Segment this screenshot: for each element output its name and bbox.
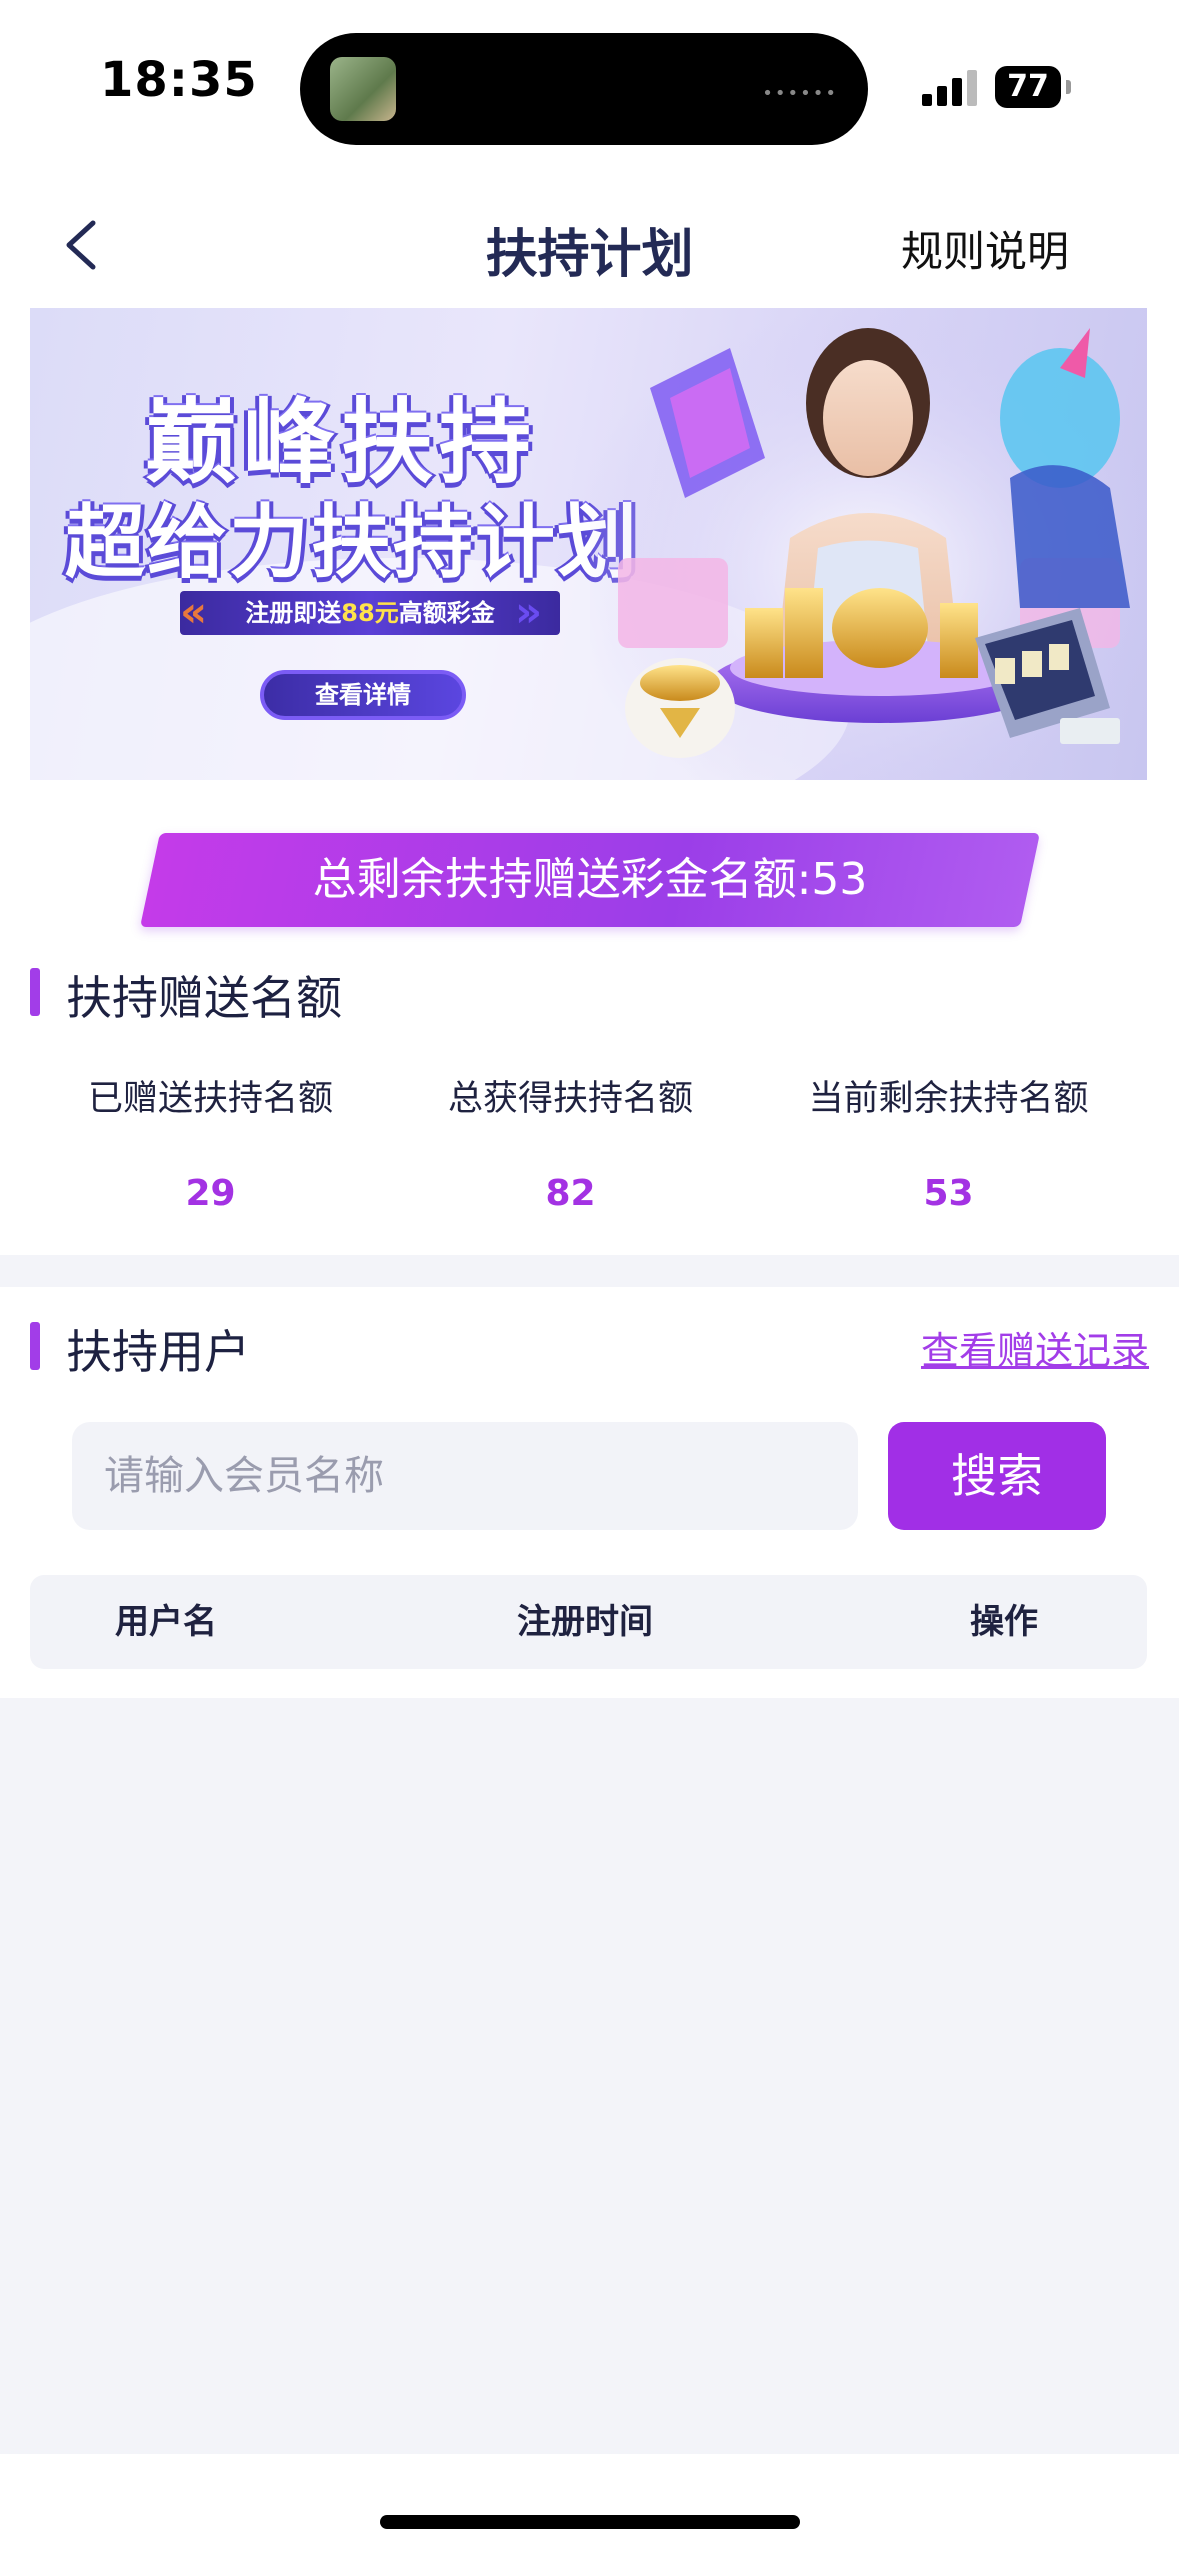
- stat-label: 当前剩余扶持名额: [808, 1079, 1089, 1119]
- nav-bar: 扶持计划 规则说明: [0, 190, 1179, 300]
- chevrons-right-icon: »: [515, 587, 543, 636]
- section-accent-bar: [30, 968, 40, 1016]
- banner-title-line2: 超给力扶持计划: [65, 496, 639, 589]
- stat-value: 29: [185, 1173, 236, 1214]
- view-gift-records-link[interactable]: 查看赠送记录: [921, 1320, 1149, 1375]
- dynamic-island: ••••••: [300, 33, 868, 145]
- section-divider: [0, 1255, 1179, 1287]
- promo-prefix: 注册即送: [245, 599, 342, 627]
- total-remaining-quota-text: 总剩余扶持赠送彩金名额:53: [312, 854, 868, 905]
- battery-icon: 77: [995, 66, 1071, 108]
- stat-total: 总获得扶持名额 82: [374, 1070, 767, 1214]
- rules-link[interactable]: 规则说明: [901, 218, 1069, 279]
- column-header-username: 用户名: [115, 1602, 217, 1642]
- users-section-title: 扶持用户: [66, 1325, 250, 1379]
- search-button[interactable]: 搜索: [888, 1422, 1106, 1530]
- users-table-body-empty: [0, 1698, 1179, 2454]
- stat-value: 53: [923, 1173, 974, 1214]
- stat-remaining: 当前剩余扶持名额 53: [752, 1070, 1145, 1214]
- signal-icon: [922, 68, 980, 106]
- quota-stats: 已赠送扶持名额 29 总获得扶持名额 82 当前剩余扶持名额 53: [0, 1060, 1179, 1240]
- waveform-icon: ••••••: [762, 83, 838, 104]
- stat-label: 总获得扶持名额: [447, 1079, 693, 1119]
- column-header-action: 操作: [970, 1602, 1038, 1642]
- total-remaining-quota-banner: 总剩余扶持赠送彩金名额:53: [140, 833, 1040, 927]
- promo-banner[interactable]: 巅峰扶持 超给力扶持计划 注册即送88元高额彩金 « » 查看详情: [30, 308, 1147, 780]
- banner-illustration: [590, 308, 1147, 780]
- quota-section-title: 扶持赠送名额: [66, 971, 342, 1025]
- banner-promo-pill: 注册即送88元高额彩金: [180, 591, 560, 635]
- banner-details-button[interactable]: 查看详情: [260, 670, 466, 720]
- section-accent-bar: [30, 1322, 40, 1370]
- users-table-header: 用户名 注册时间 操作: [30, 1575, 1147, 1669]
- member-search-input[interactable]: [72, 1422, 858, 1530]
- column-header-register-time: 注册时间: [517, 1602, 653, 1642]
- promo-amount: 88元: [341, 599, 399, 627]
- now-playing-thumbnail: [330, 57, 396, 121]
- promo-suffix: 高额彩金: [398, 599, 495, 627]
- stat-gifted: 已赠送扶持名额 29: [14, 1070, 407, 1214]
- chevrons-left-icon: «: [180, 587, 208, 636]
- stat-label: 已赠送扶持名额: [87, 1079, 333, 1119]
- status-bar: 18:35 •••••• 77: [0, 0, 1179, 170]
- status-time: 18:35: [100, 52, 258, 108]
- home-indicator[interactable]: [380, 2515, 800, 2529]
- stat-value: 82: [545, 1173, 596, 1214]
